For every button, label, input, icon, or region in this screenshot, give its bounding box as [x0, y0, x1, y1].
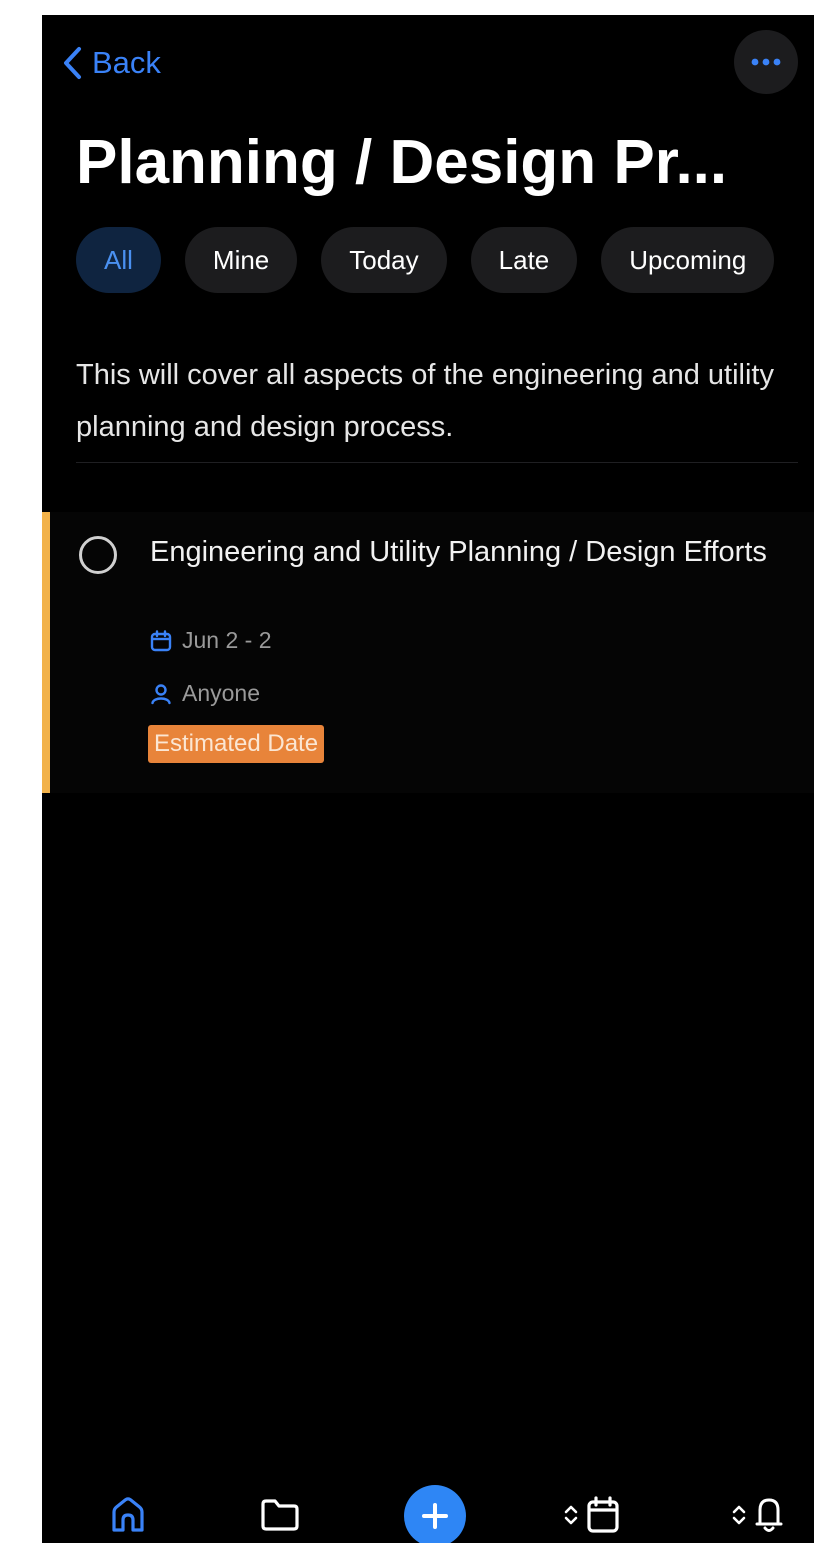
sort-chevrons-icon: [564, 1505, 578, 1525]
calendar-icon: [587, 1496, 619, 1533]
calendar-icon: [150, 629, 172, 651]
sort-chevrons-icon: [732, 1505, 746, 1525]
filter-late[interactable]: Late: [470, 227, 578, 293]
more-options-button[interactable]: [734, 30, 798, 94]
estimated-date-badge: Estimated Date: [148, 725, 325, 763]
person-icon: [151, 683, 171, 704]
back-label: Back: [92, 45, 161, 80]
filter-all[interactable]: All: [76, 227, 161, 293]
filter-upcoming[interactable]: Upcoming: [601, 227, 775, 293]
task-title: Engineering and Utility Planning / Desig…: [150, 536, 767, 568]
task-date-text: Jun 2 - 2: [182, 627, 272, 653]
add-button[interactable]: [404, 1485, 466, 1543]
task-status-bar: [42, 512, 50, 793]
project-description: This will cover all aspects of the engin…: [76, 359, 774, 443]
ellipsis-icon: [751, 58, 781, 66]
divider: [76, 462, 798, 463]
task-assignee: Anyone: [150, 680, 260, 707]
back-button[interactable]: Back: [62, 43, 161, 83]
chevron-left-icon: [64, 47, 81, 79]
bell-icon: [755, 1498, 783, 1532]
filter-chips: All Mine Today Late Upcoming: [76, 227, 775, 293]
tab-home[interactable]: [98, 1485, 158, 1543]
folder-icon: [261, 1499, 299, 1531]
home-icon: [112, 1497, 144, 1532]
tab-projects[interactable]: [250, 1485, 310, 1543]
page-title: Planning / Design Pr...: [76, 128, 728, 197]
filter-today[interactable]: Today: [321, 227, 447, 293]
task-date: Jun 2 - 2: [150, 627, 272, 654]
task-item[interactable]: Engineering and Utility Planning / Desig…: [42, 512, 814, 793]
filter-mine[interactable]: Mine: [184, 227, 298, 293]
tab-notifications[interactable]: [720, 1485, 796, 1543]
add-icon: [422, 1503, 448, 1529]
task-assignee-text: Anyone: [182, 680, 261, 706]
app-screen: Back Planning / Design Pr... All Mine To…: [42, 15, 814, 1543]
task-complete-checkbox[interactable]: [79, 536, 117, 574]
tab-calendar[interactable]: [554, 1485, 630, 1543]
